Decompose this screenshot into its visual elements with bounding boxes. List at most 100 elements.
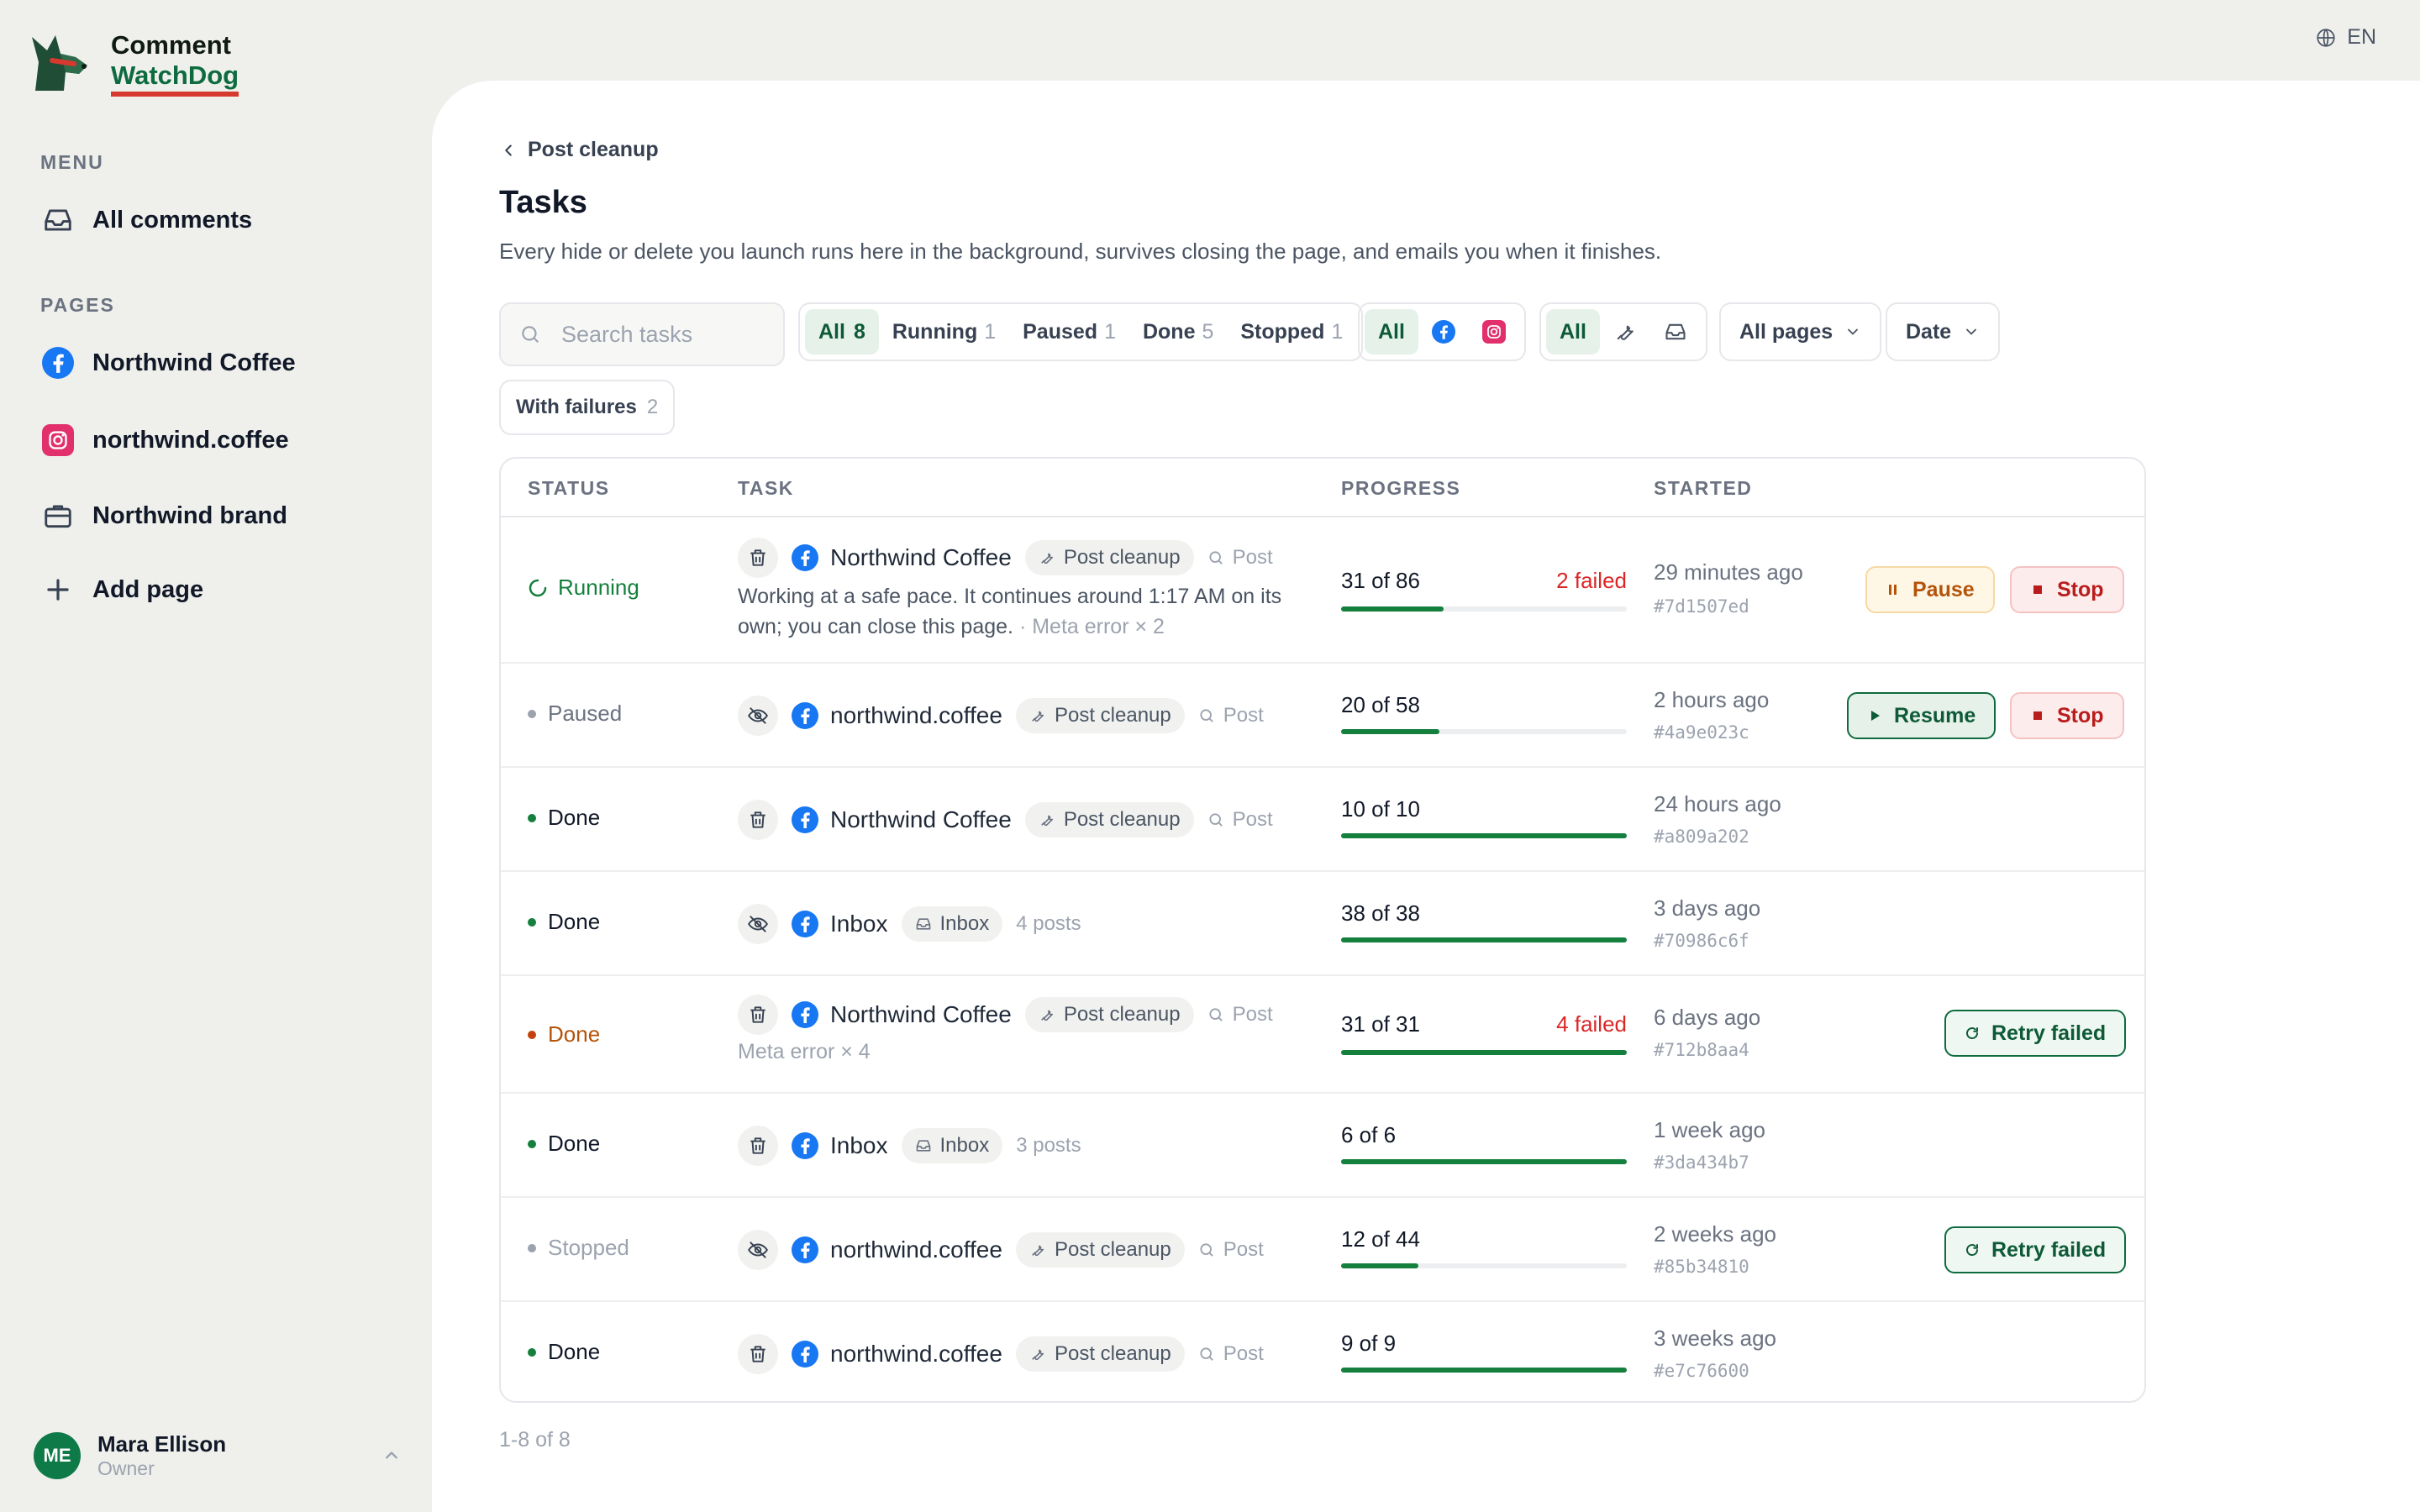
table-row[interactable]: Running Northwind Coffee Post cleanup Po… — [501, 517, 2144, 664]
option-count: 1 — [1331, 319, 1344, 344]
status-filter-running[interactable]: Running 1 — [879, 309, 1009, 354]
table-row[interactable]: Paused northwind.coffee Post cleanup Pos… — [501, 664, 2144, 768]
task-type-tag: Post cleanup — [1024, 540, 1194, 575]
option-label: Running — [892, 319, 978, 344]
task-scope: Post — [1198, 1342, 1264, 1366]
search-input[interactable] — [561, 321, 763, 348]
task-type-tag: Post cleanup — [1015, 1336, 1185, 1372]
task-summary: northwind.coffee Post cleanup Post — [738, 1334, 1264, 1374]
platform-filter-instagram[interactable] — [1469, 309, 1519, 354]
failed-count: 2 failed — [1556, 568, 1627, 593]
page-title: Tasks — [499, 185, 587, 220]
task-error-summary: Meta error × 4 — [738, 1040, 871, 1063]
button-label: Retry failed — [1991, 1021, 2107, 1045]
table-row[interactable]: Stopped northwind.coffee Post cleanup Po… — [501, 1198, 2144, 1302]
failed-count: 4 failed — [1556, 1011, 1627, 1037]
status-label: Stopped — [548, 1235, 629, 1260]
platform-filter: All — [1358, 302, 1526, 361]
inbox-icon — [916, 1140, 930, 1152]
pause-icon — [1889, 585, 1897, 595]
inbox-icon — [40, 202, 76, 238]
platform-filter-all[interactable]: All — [1365, 309, 1418, 354]
stop-button[interactable]: Stop — [2010, 692, 2124, 739]
column-header-started: STARTED — [1654, 477, 1753, 499]
task-type-filter-cleanup[interactable] — [1600, 309, 1650, 354]
task-summary: Inbox Inbox 3 posts — [738, 1126, 1081, 1166]
status-badge: Stopped — [528, 1235, 629, 1261]
status-filter-done[interactable]: Done 5 — [1129, 309, 1227, 354]
started-time: 3 days ago — [1654, 895, 1761, 921]
progress-bar-fill — [1341, 1159, 1627, 1164]
table-row[interactable]: Done Northwind Coffee Post cleanup Post … — [501, 976, 2144, 1094]
wrench-icon — [1041, 1010, 1053, 1021]
started-time: 1 week ago — [1654, 1117, 1765, 1142]
pages-dropdown[interactable]: All pages — [1719, 302, 1882, 361]
wrench-icon — [1032, 1349, 1044, 1361]
started-time: 6 days ago — [1654, 1005, 1761, 1030]
progress-label: 9 of 9 — [1341, 1331, 1397, 1356]
breadcrumb[interactable]: Post cleanup — [499, 138, 659, 162]
task-page-name: Inbox — [830, 911, 888, 937]
retry-failed-button[interactable]: Retry failed — [1944, 1010, 2127, 1057]
progress-bar-fill — [1341, 833, 1627, 838]
wrench-icon — [1041, 815, 1053, 827]
wrench-icon — [1041, 553, 1053, 564]
tag-label: Post cleanup — [1063, 1003, 1181, 1026]
status-dot — [528, 813, 536, 822]
sidebar-item-all-comments[interactable]: All comments — [40, 197, 252, 244]
task-note-text: Working at a safe pace. It continues aro… — [738, 585, 1282, 638]
sidebar-item-northwind-instagram[interactable]: northwind.coffee — [40, 417, 289, 464]
instagram-icon — [1481, 320, 1506, 344]
search-icon — [1200, 1243, 1213, 1257]
pagination-range: 1-8 of 8 — [499, 1428, 571, 1452]
status-label: Done — [548, 1021, 601, 1047]
stop-button[interactable]: Stop — [2010, 566, 2124, 613]
status-badge: Done — [528, 1339, 600, 1365]
resume-button[interactable]: Resume — [1847, 692, 1996, 739]
task-id: #4a9e023c — [1654, 722, 1749, 743]
search-icon — [1200, 1347, 1213, 1361]
task-type-filter-all[interactable]: All — [1546, 309, 1600, 354]
task-scope: 3 posts — [1016, 1134, 1081, 1157]
table-row[interactable]: Done Northwind Coffee Post cleanup Post … — [501, 768, 2144, 872]
platform-filter-facebook[interactable] — [1418, 309, 1469, 354]
chevron-down-icon — [1848, 328, 1859, 335]
status-filter-stopped[interactable]: Stopped 1 — [1227, 309, 1356, 354]
sidebar-item-label: All comments — [92, 206, 253, 234]
breadcrumb-label: Post cleanup — [528, 138, 659, 161]
scope-label: Post — [1223, 704, 1264, 727]
table-row[interactable]: Done Inbox Inbox 4 posts 38 of 38 3 days… — [501, 872, 2144, 976]
trash-icon — [738, 1126, 778, 1166]
retry-failed-button[interactable]: Retry failed — [1944, 1226, 2127, 1273]
scope-label: Post — [1232, 1003, 1273, 1026]
button-label: Resume — [1894, 703, 1976, 727]
progress-label: 12 of 44 — [1341, 1226, 1420, 1252]
search-icon — [1200, 709, 1213, 722]
briefcase-icon — [40, 498, 76, 533]
task-type-filter: All — [1539, 302, 1707, 361]
user-menu[interactable]: ME Mara Ellison Owner — [34, 1431, 403, 1480]
status-filter-paused[interactable]: Paused 1 — [1009, 309, 1129, 354]
progress-bar — [1341, 606, 1627, 612]
pause-button[interactable]: Pause — [1865, 566, 1995, 613]
sidebar-item-northwind-coffee[interactable]: Northwind Coffee — [40, 339, 296, 386]
language-switcher[interactable]: EN — [2315, 25, 2376, 50]
task-page-name: northwind.coffee — [830, 1341, 1002, 1367]
started-time: 2 weeks ago — [1654, 1221, 1776, 1247]
status-label: Done — [548, 805, 601, 830]
sidebar-item-northwind-brand[interactable]: Northwind brand — [40, 492, 287, 539]
with-failures-filter[interactable]: With failures 2 — [499, 380, 676, 435]
app-logo[interactable]: Comment WatchDog — [27, 29, 239, 97]
add-page-button[interactable]: Add page — [40, 566, 203, 613]
trash-icon — [738, 1334, 778, 1374]
table-row[interactable]: Done Inbox Inbox 3 posts 6 of 6 1 week a… — [501, 1094, 2144, 1198]
status-filter-all[interactable]: All 8 — [805, 309, 879, 354]
status-filter: All 8 Running 1 Paused 1 Done 5 Stopped 1 — [798, 302, 1364, 361]
table-row[interactable]: Done northwind.coffee Post cleanup Post … — [501, 1302, 2144, 1401]
task-type-filter-inbox[interactable] — [1650, 309, 1701, 354]
facebook-icon — [792, 911, 818, 937]
status-badge: Done — [528, 805, 600, 831]
date-dropdown[interactable]: Date — [1886, 302, 2001, 361]
progress-bar — [1341, 1159, 1627, 1164]
add-page-label: Add page — [92, 575, 204, 603]
